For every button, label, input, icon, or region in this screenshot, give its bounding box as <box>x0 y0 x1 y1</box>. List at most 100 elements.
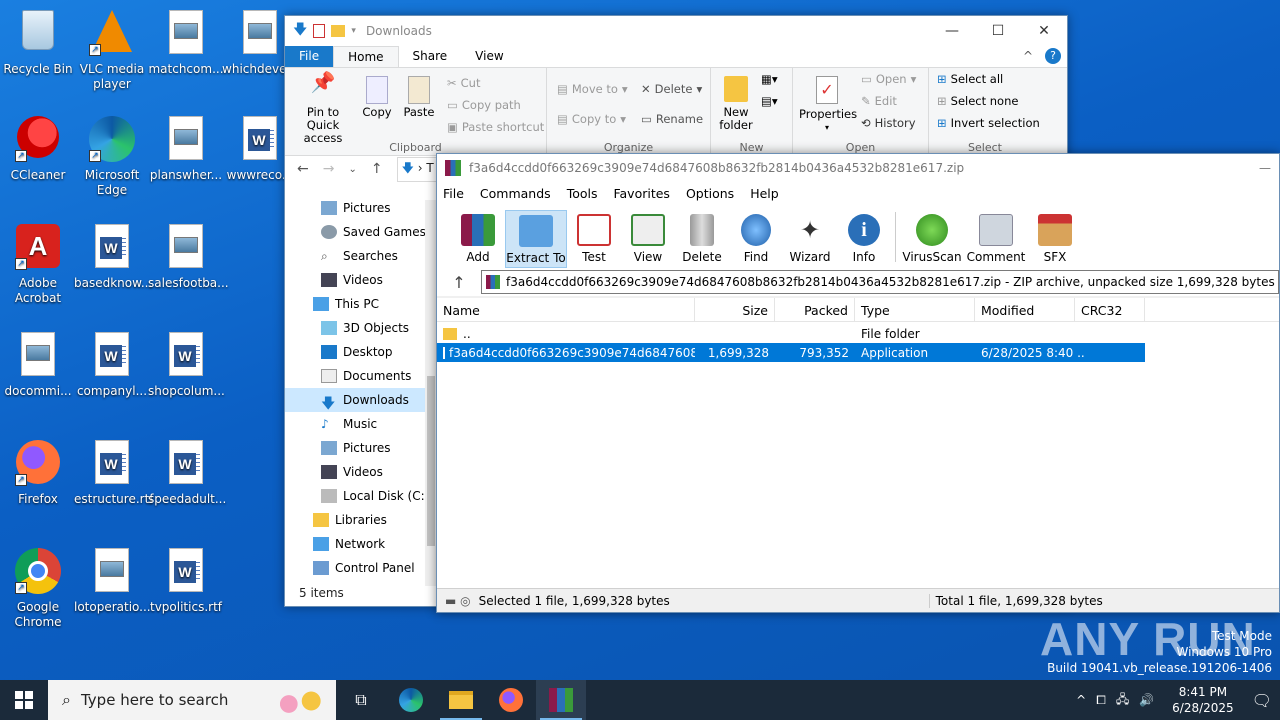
test-button[interactable]: Test <box>567 214 621 268</box>
open-button[interactable]: ▭ Open ▾ <box>861 72 916 86</box>
menu-favorites[interactable]: Favorites <box>613 186 669 201</box>
desktop-icon-matchcom[interactable]: matchcom... <box>148 10 224 77</box>
notifications-icon[interactable]: 🗨 <box>1252 691 1272 710</box>
new-folder-button[interactable]: New folder <box>715 76 757 132</box>
network-icon[interactable]: 🖧 <box>1116 690 1129 711</box>
column-crc32[interactable]: CRC32 <box>1075 298 1145 321</box>
winrar-minimize-icon[interactable]: — <box>1259 161 1271 175</box>
desktop-icon-estructure[interactable]: W estructure.rtf <box>74 440 154 507</box>
desktop-icon-salesfootba[interactable]: salesfootba... <box>148 224 229 291</box>
nav-item-downloads[interactable]: 🡇 Downloads <box>285 388 437 412</box>
nav-item-documents[interactable]: Documents <box>285 364 437 388</box>
nav-item-pictures-2[interactable]: Pictures <box>285 436 437 460</box>
volume-icon[interactable]: 🔊 <box>1139 693 1154 707</box>
nav-item-network[interactable]: Network <box>285 532 437 556</box>
nav-item-local-disk[interactable]: Local Disk (C:) <box>285 484 437 508</box>
tab-home[interactable]: Home <box>333 46 399 67</box>
desktop-icon-tvpolitics[interactable]: W tvpolitics.rtf <box>148 548 224 615</box>
desktop-icon-recycle-bin[interactable]: Recycle Bin <box>0 10 76 77</box>
device-icon[interactable]: ⧠ <box>1096 693 1106 708</box>
desktop-icon-docommi[interactable]: docommi... <box>0 332 76 399</box>
copy-to-button[interactable]: ▤ Copy to ▾ <box>557 112 626 126</box>
properties-quick-icon[interactable] <box>313 24 326 38</box>
taskbar-file-explorer[interactable] <box>436 680 486 720</box>
desktop-icon-shopcolum[interactable]: W shopcolum... <box>148 332 225 399</box>
nav-item-control-panel[interactable]: Control Panel <box>285 556 437 580</box>
maximize-icon[interactable]: ☐ <box>975 16 1021 46</box>
customize-quick-access-icon[interactable]: ▾ <box>351 26 356 36</box>
nav-item-libraries[interactable]: Libraries <box>285 508 437 532</box>
nav-item-3d-objects[interactable]: 3D Objects <box>285 316 437 340</box>
back-arrow-icon[interactable]: ← <box>297 161 309 177</box>
start-button[interactable] <box>0 680 48 720</box>
comment-button[interactable]: Comment <box>964 214 1028 268</box>
find-button[interactable]: Find <box>729 214 783 268</box>
copy-button[interactable]: Copy <box>359 76 395 119</box>
show-hidden-icons-icon[interactable]: ^ <box>1076 693 1086 707</box>
nav-item-music[interactable]: ♪ Music <box>285 412 437 436</box>
table-row-selected[interactable]: f3a6d4ccdd0f663269c3909e74d6847608b86...… <box>437 343 1145 362</box>
desktop-icon-basedknow[interactable]: W basedknow... <box>74 224 152 291</box>
help-icon[interactable]: ? <box>1039 46 1067 67</box>
close-icon[interactable]: ✕ <box>1021 16 1067 46</box>
nav-item-desktop[interactable]: Desktop <box>285 340 437 364</box>
desktop-icon-google-chrome[interactable]: ↗ Google Chrome <box>0 548 76 630</box>
select-none-button[interactable]: ⊞ Select none <box>937 94 1018 108</box>
extract-to-button[interactable]: Extract To <box>505 210 567 268</box>
taskbar-search-box[interactable]: ⌕ Type here to search <box>48 680 336 720</box>
add-button[interactable]: Add <box>451 214 505 268</box>
tab-share[interactable]: Share <box>399 46 462 67</box>
quick-access-down-icon[interactable]: 🡇 <box>293 19 307 43</box>
archive-path-field[interactable]: f3a6d4ccdd0f663269c3909e74d6847608b8632f… <box>481 270 1279 294</box>
desktop-icon-companyl[interactable]: W companyl... <box>74 332 150 399</box>
column-type[interactable]: Type <box>855 298 975 321</box>
minimize-icon[interactable]: — <box>929 16 975 46</box>
recent-locations-icon[interactable]: ⌄ <box>348 164 356 175</box>
column-name[interactable]: Name <box>437 298 695 321</box>
desktop-icon-speedadult[interactable]: W speedadult... <box>148 440 226 507</box>
easy-access-button[interactable]: ▤▾ <box>761 94 778 108</box>
desktop-icon-lotoperatio[interactable]: lotoperatio... <box>74 548 151 615</box>
task-view-button[interactable]: ⧉ <box>336 680 386 720</box>
pin-quick-access-button[interactable]: 📌 Pin to Quick access <box>291 72 355 145</box>
delete-button[interactable]: Delete <box>675 214 729 268</box>
taskbar-edge[interactable] <box>386 680 436 720</box>
up-one-level-icon[interactable]: ↑ <box>437 273 481 292</box>
table-row[interactable]: .. File folder <box>437 324 1279 343</box>
edit-button[interactable]: ✎ Edit <box>861 94 897 108</box>
properties-button[interactable]: ✓ Properties ▾ <box>799 76 857 134</box>
address-bar[interactable]: 🡇 › T <box>396 156 439 182</box>
nav-item-pictures[interactable]: Pictures <box>285 196 437 220</box>
info-button[interactable]: i Info <box>837 214 891 268</box>
menu-file[interactable]: File <box>443 186 464 201</box>
nav-item-this-pc[interactable]: This PC <box>285 292 437 316</box>
view-button[interactable]: View <box>621 214 675 268</box>
copy-path-button[interactable]: ▭ Copy path <box>447 98 521 112</box>
desktop-icon-firefox[interactable]: ↗ Firefox <box>0 440 76 507</box>
new-folder-quick-icon[interactable] <box>331 25 346 37</box>
column-modified[interactable]: Modified <box>975 298 1075 321</box>
clock[interactable]: 8:41 PM 6/28/2025 <box>1172 684 1234 716</box>
forward-arrow-icon[interactable]: → <box>323 161 335 177</box>
nav-item-saved-games[interactable]: Saved Games <box>285 220 437 244</box>
desktop-icon-vlc[interactable]: ↗ VLC media player <box>74 10 150 92</box>
nav-item-searches[interactable]: ⌕ Searches <box>285 244 437 268</box>
tab-view[interactable]: View <box>461 46 517 67</box>
virusscan-button[interactable]: VirusScan <box>900 214 964 268</box>
column-size[interactable]: Size <box>695 298 775 321</box>
desktop-icon-edge[interactable]: ↗ Microsoft Edge <box>74 116 150 198</box>
wizard-button[interactable]: ✦ Wizard <box>783 214 837 268</box>
history-button[interactable]: ⟲ History <box>861 116 916 130</box>
move-to-button[interactable]: ▤ Move to ▾ <box>557 82 628 96</box>
cut-button[interactable]: ✂ Cut <box>447 76 480 90</box>
taskbar-winrar[interactable] <box>536 680 586 720</box>
menu-commands[interactable]: Commands <box>480 186 551 201</box>
new-item-button[interactable]: ▦▾ <box>761 72 778 86</box>
tab-file[interactable]: File <box>285 46 334 67</box>
desktop-icon-planswher[interactable]: planswher... <box>148 116 224 183</box>
nav-scrollbar-thumb[interactable] <box>427 376 435 546</box>
sfx-button[interactable]: SFX <box>1028 214 1082 268</box>
rename-button[interactable]: ▭ Rename <box>641 112 703 126</box>
desktop-icon-adobe-acrobat[interactable]: A ↗ Adobe Acrobat <box>0 224 76 306</box>
menu-help[interactable]: Help <box>750 186 779 201</box>
